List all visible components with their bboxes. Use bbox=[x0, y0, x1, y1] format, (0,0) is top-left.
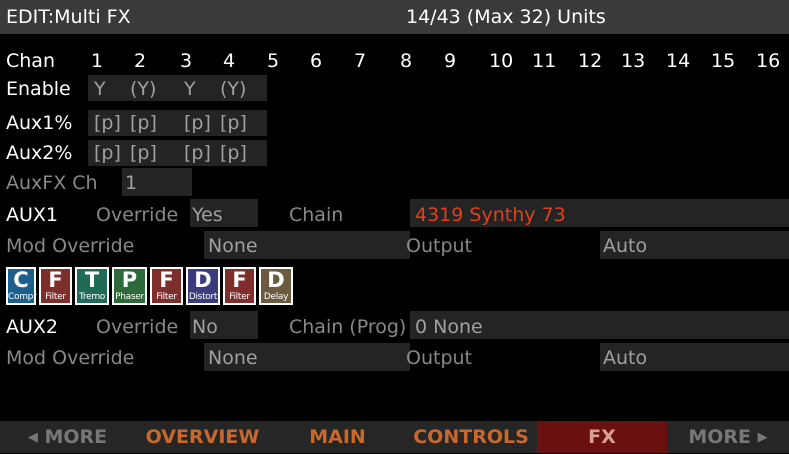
channel-number: 11 bbox=[532, 50, 557, 72]
aux2-percent-value[interactable]: [p] bbox=[220, 141, 247, 165]
aux1-percent-label: Aux1% bbox=[6, 112, 73, 134]
distortion-icon[interactable]: D Distort bbox=[186, 267, 220, 305]
aux1-label: AUX1 bbox=[6, 204, 59, 226]
arrow-left-icon: ◀ bbox=[27, 430, 38, 445]
aux1-percent-value[interactable]: [p] bbox=[94, 111, 121, 135]
aux2-percent-value[interactable]: [p] bbox=[94, 141, 121, 165]
channel-number: 13 bbox=[621, 50, 646, 72]
aux1-mod-override-label: Mod Override bbox=[6, 235, 135, 257]
fx-block-letter: P bbox=[121, 268, 138, 292]
chan-label: Chan bbox=[6, 50, 55, 72]
aux1-chain-value[interactable]: 4319 Synthy 73 bbox=[415, 203, 566, 227]
units-counter: 14/43 (Max 32) Units bbox=[406, 6, 606, 28]
tab-overview-label: OVERVIEW bbox=[145, 426, 260, 448]
filter-icon[interactable]: F Filter bbox=[39, 267, 72, 305]
filter-icon[interactable]: F Filter bbox=[150, 267, 183, 305]
tab-overview[interactable]: OVERVIEW bbox=[135, 421, 270, 453]
aux1-override-label: Override bbox=[96, 204, 179, 226]
aux2-mod-override-value[interactable]: None bbox=[208, 346, 258, 370]
aux2-override-value[interactable]: No bbox=[192, 315, 218, 339]
aux2-percent-value[interactable]: [p] bbox=[130, 141, 157, 165]
channel-number: 8 bbox=[400, 50, 413, 72]
aux1-override-value[interactable]: Yes bbox=[192, 203, 223, 227]
compressor-icon[interactable]: C Compr bbox=[6, 267, 37, 305]
tab-controls-label: CONTROLS bbox=[413, 426, 529, 448]
aux1-mod-override-value[interactable]: None bbox=[208, 234, 258, 258]
enable-label: Enable bbox=[6, 78, 71, 100]
fx-block-name: Delay bbox=[263, 292, 289, 302]
channel-number: 16 bbox=[756, 50, 781, 72]
tab-more-left[interactable]: ◀ MORE bbox=[0, 421, 135, 453]
aux1-output-value[interactable]: Auto bbox=[603, 234, 647, 258]
channel-number: 15 bbox=[711, 50, 736, 72]
channel-number: 5 bbox=[267, 50, 280, 72]
channel-number: 1 bbox=[91, 50, 104, 72]
fx-block-name: Filter bbox=[229, 292, 250, 302]
fx-block-name: Filter bbox=[45, 292, 66, 302]
channel-number: 14 bbox=[666, 50, 691, 72]
fx-block-letter: C bbox=[13, 268, 29, 292]
channel-number: 2 bbox=[134, 50, 147, 72]
filter-icon[interactable]: F Filter bbox=[223, 267, 256, 305]
channel-number: 10 bbox=[489, 50, 514, 72]
aux2-output-value[interactable]: Auto bbox=[603, 346, 647, 370]
aux2-chain-value[interactable]: 0 None bbox=[415, 315, 483, 339]
tremolo-icon[interactable]: T Tremo bbox=[75, 267, 109, 305]
aux2-percent-value[interactable]: [p] bbox=[184, 141, 211, 165]
tab-main-label: MAIN bbox=[309, 426, 366, 448]
delay-icon[interactable]: D Delay bbox=[259, 267, 293, 305]
aux2-output-label: Output bbox=[406, 347, 472, 369]
fx-block-letter: D bbox=[194, 268, 212, 292]
soft-button-bar: ◀ MORE OVERVIEW MAIN CONTROLS FX MORE ▶ bbox=[0, 421, 789, 453]
enable-value[interactable]: Y bbox=[94, 77, 106, 101]
fx-block-letter: F bbox=[159, 268, 174, 292]
tab-more-right[interactable]: MORE ▶ bbox=[667, 421, 789, 453]
fx-block-name: Distort bbox=[188, 292, 218, 302]
channel-number: 6 bbox=[310, 50, 323, 72]
tab-more-left-label: MORE bbox=[44, 426, 108, 448]
channel-number: 12 bbox=[578, 50, 603, 72]
fx-block-name: Tremo bbox=[79, 292, 105, 302]
tab-fx[interactable]: FX bbox=[537, 421, 667, 453]
tab-more-right-label: MORE bbox=[688, 426, 752, 448]
aux2-percent-label: Aux2% bbox=[6, 142, 73, 164]
aux2-chain-label: Chain (Prog) bbox=[289, 316, 407, 338]
fx-block-name: Phaser bbox=[115, 292, 144, 302]
page-title: EDIT:Multi FX bbox=[6, 6, 131, 28]
auxfx-channel-value[interactable]: 1 bbox=[125, 171, 137, 195]
aux2-override-label: Override bbox=[96, 316, 179, 338]
aux2-mod-override-label: Mod Override bbox=[6, 347, 135, 369]
aux1-chain-label: Chain bbox=[289, 204, 344, 226]
enable-value[interactable]: (Y) bbox=[130, 77, 156, 101]
fx-block-name: Filter bbox=[156, 292, 177, 302]
tab-controls[interactable]: CONTROLS bbox=[405, 421, 537, 453]
aux1-percent-value[interactable]: [p] bbox=[130, 111, 157, 135]
channel-number: 7 bbox=[354, 50, 367, 72]
enable-value[interactable]: (Y) bbox=[220, 77, 246, 101]
tab-main[interactable]: MAIN bbox=[270, 421, 405, 453]
fx-block-letter: T bbox=[84, 268, 100, 292]
channel-number: 3 bbox=[180, 50, 193, 72]
aux1-percent-value[interactable]: [p] bbox=[184, 111, 211, 135]
fx-block-letter: F bbox=[232, 268, 247, 292]
auxfx-channel-label: AuxFX Ch bbox=[6, 172, 98, 194]
channel-number: 9 bbox=[444, 50, 457, 72]
channel-number: 4 bbox=[223, 50, 236, 72]
aux1-percent-value[interactable]: [p] bbox=[220, 111, 247, 135]
aux2-label: AUX2 bbox=[6, 316, 59, 338]
fx-block-letter: D bbox=[267, 268, 285, 292]
arrow-right-icon: ▶ bbox=[757, 430, 768, 445]
aux1-output-label: Output bbox=[406, 235, 472, 257]
fx-block-letter: F bbox=[48, 268, 63, 292]
fx-block-name: Compr bbox=[8, 292, 37, 302]
tab-fx-label: FX bbox=[588, 426, 616, 448]
phaser-icon[interactable]: P Phaser bbox=[112, 267, 147, 305]
enable-value[interactable]: Y bbox=[184, 77, 196, 101]
